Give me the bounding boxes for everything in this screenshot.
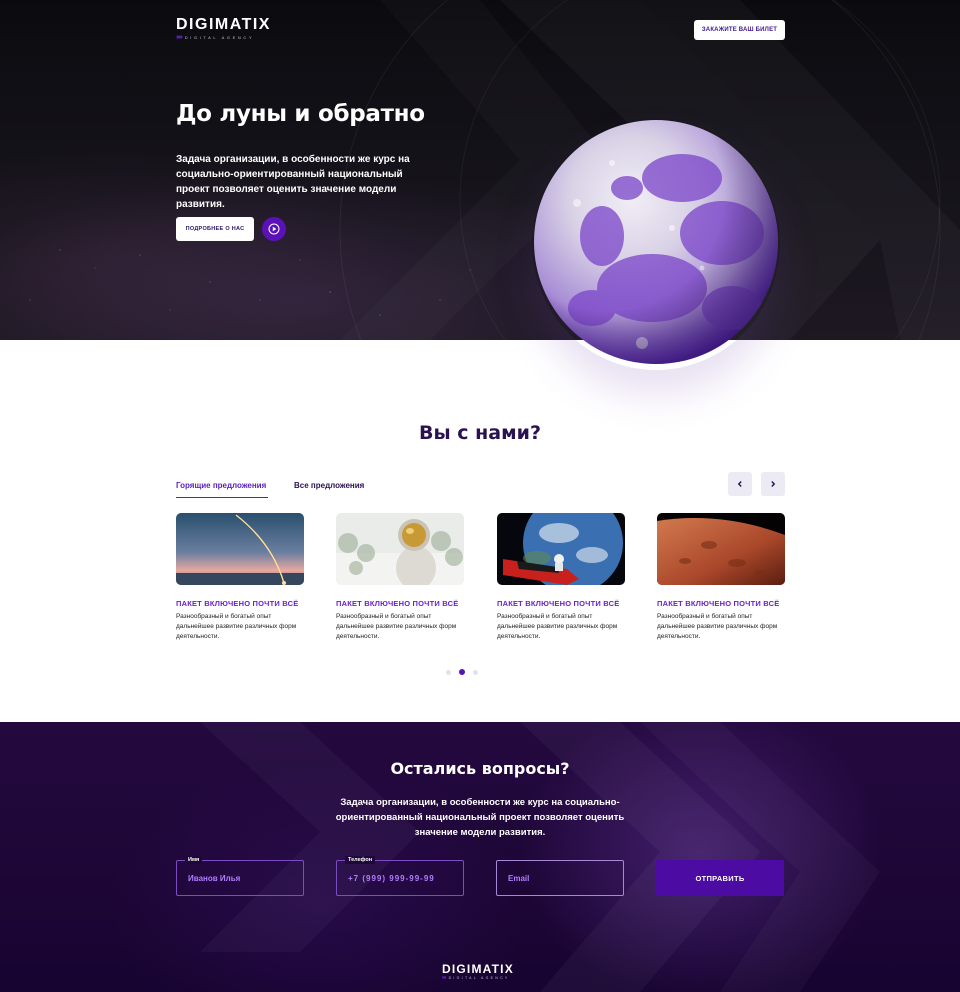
carousel-pagination [446, 669, 478, 675]
play-video-button[interactable] [262, 217, 286, 241]
logo-tagline: DIGITAL AGENCY [184, 34, 255, 40]
hero-title: До луны и обратно [176, 101, 425, 127]
order-ticket-button[interactable]: ЗАКАЖИТЕ ВАШ БИЛЕТ [694, 20, 785, 40]
logo-name: DIGIMATIX [442, 962, 514, 976]
card-title: ПАКЕТ ВКЛЮЧЕНО ПОЧТИ ВСЁ [176, 599, 299, 608]
phone-input[interactable] [337, 861, 463, 895]
offer-card[interactable]: ПАКЕТ ВКЛЮЧЕНО ПОЧТИ ВСЁ Разнообразный и… [497, 513, 625, 642]
hero-chevron-decoration [339, 0, 941, 340]
phone-field: Телефон [336, 856, 464, 896]
carousel-next-button[interactable] [761, 472, 785, 496]
logo-tagline-row: »» DIGITAL AGENCY [176, 34, 271, 41]
pagination-dot[interactable] [473, 669, 478, 675]
tab-all-offers[interactable]: Все предложения [294, 480, 364, 492]
logo-tagline: DIGITAL AGENCY [448, 976, 510, 980]
email-field [496, 860, 624, 896]
hero-section: DIGIMATIX »» DIGITAL AGENCY ЗАКАЖИТЕ ВАШ… [0, 0, 960, 340]
rocket-launch-image [176, 513, 304, 585]
pagination-dot-active[interactable] [459, 669, 465, 675]
card-title: ПАКЕТ ВКЛЮЧЕНО ПОЧТИ ВСЁ [497, 599, 620, 608]
card-text: Разнообразный и богатый опыт дальнейшее … [336, 613, 457, 640]
mars-surface-image [657, 513, 785, 585]
email-input[interactable] [497, 861, 623, 895]
footer-logo[interactable]: DIGIMATIX »» DIGITAL AGENCY [442, 963, 514, 981]
tab-hot-offers[interactable]: Горящие предложения [176, 480, 268, 498]
logo-tagline-row: »» DIGITAL AGENCY [442, 976, 514, 981]
contact-description: Задача организации, в особенности же кур… [335, 797, 625, 838]
hero-description: Задача организации, в особенности же кур… [176, 154, 410, 210]
moon-image [534, 120, 778, 364]
carousel-prev-button[interactable] [728, 472, 752, 496]
submit-button[interactable]: ОТПРАВИТЬ [656, 860, 784, 896]
card-title: ПАКЕТ ВКЛЮЧЕНО ПОЧТИ ВСЁ [657, 599, 780, 608]
logo-name: DIGIMATIX [176, 16, 271, 33]
offer-card[interactable]: ПАКЕТ ВКЛЮЧЕНО ПОЧТИ ВСЁ Разнообразный и… [176, 513, 304, 642]
card-title: ПАКЕТ ВКЛЮЧЕНО ПОЧТИ ВСЁ [336, 599, 459, 608]
card-text: Разнообразный и богатый опыт дальнейшее … [176, 613, 297, 640]
card-text: Разнообразный и богатый опыт дальнейшее … [657, 613, 778, 640]
offers-title: Вы с нами? [419, 422, 541, 444]
pagination-dot[interactable] [446, 669, 451, 675]
offer-card[interactable]: ПАКЕТ ВКЛЮЧЕНО ПОЧТИ ВСЁ Разнообразный и… [657, 513, 785, 642]
name-input[interactable] [177, 861, 303, 895]
astronaut-image [336, 513, 464, 585]
play-circle-icon [268, 223, 280, 235]
card-text: Разнообразный и богатый опыт дальнейшее … [497, 613, 618, 640]
car-in-space-image [497, 513, 625, 585]
chevron-left-icon [737, 481, 742, 487]
chevron-right-icon [771, 481, 776, 487]
offer-card[interactable]: ПАКЕТ ВКЛЮЧЕНО ПОЧТИ ВСЁ Разнообразный и… [336, 513, 464, 642]
logo-arrows-icon: »» [176, 34, 183, 41]
header-logo[interactable]: DIGIMATIX »» DIGITAL AGENCY [176, 16, 271, 41]
logo-arrows-icon: »» [442, 975, 446, 981]
contact-title: Остались вопросы? [390, 759, 570, 778]
about-us-button[interactable]: ПОДРОБНЕЕ О НАС [176, 217, 254, 241]
name-field: Имя [176, 856, 304, 896]
